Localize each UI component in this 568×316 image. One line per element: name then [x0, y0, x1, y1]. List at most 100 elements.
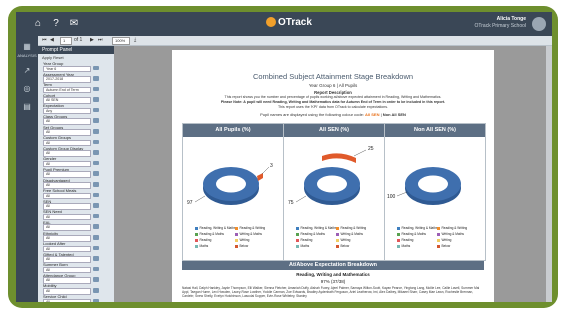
page-number: 1	[63, 38, 66, 43]
viewer-toolbar: ⏮ ◀ 1 of 1 ▶ ⏭ 100% ⤓	[38, 36, 552, 46]
filter-group: Disadvantaged All	[41, 178, 111, 189]
target-icon[interactable]: ◎	[21, 84, 33, 94]
filter-options-icon[interactable]	[93, 287, 99, 293]
filter-group: Looked After All	[41, 241, 111, 253]
page-number-input[interactable]: 1	[60, 37, 72, 45]
legend-swatch	[336, 244, 339, 248]
trend-icon[interactable]: ↗	[21, 66, 33, 76]
description-note: Please Note: A pupil will need Reading, …	[220, 100, 446, 104]
filter-options-icon[interactable]	[93, 107, 99, 113]
legend-item: Reading & Writing	[437, 226, 467, 230]
legend-swatch	[437, 238, 440, 242]
filter-options-icon[interactable]	[93, 224, 99, 229]
brand-logo[interactable]: OTrack	[266, 17, 312, 28]
filter-options-icon[interactable]	[93, 65, 99, 71]
filter-group: Custom Group Display All	[41, 146, 111, 157]
legend-label: Reading	[199, 238, 212, 242]
legend-item: Reading, Writing & Maths	[195, 226, 236, 230]
panel-all-pupils: All Pupils (%) 3 97 Reading, Writing & M…	[182, 123, 284, 261]
filter-group: SEN Need All	[41, 209, 111, 221]
legend-item: Writing & Maths	[437, 232, 464, 236]
prompt-panel: Prompt Panel Apply Reset Year Group Year …	[38, 46, 115, 302]
filter-options-icon[interactable]	[93, 129, 99, 134]
legend-label: Reading & Maths	[199, 232, 224, 236]
filter-options-icon[interactable]	[93, 139, 99, 145]
legend-label: Reading, Writing & Maths	[199, 226, 236, 230]
zoom-select[interactable]: 100%	[112, 37, 130, 45]
callout-label: 25	[368, 146, 374, 152]
prompt-panel-actions[interactable]: Apply Reset	[38, 54, 114, 61]
legend-item: Reading	[397, 238, 413, 242]
legend-swatch	[235, 232, 238, 236]
filter-group: Gender All	[41, 156, 111, 168]
panel-non-all-sen: Non All SEN (%) 100 Reading, Writing & M…	[384, 123, 486, 261]
filter-options-icon[interactable]	[93, 182, 99, 187]
filter-options-icon[interactable]	[93, 150, 99, 155]
help-icon[interactable]: ?	[50, 18, 62, 30]
legend-label: Maths	[401, 244, 411, 248]
legend-item: Writing	[437, 238, 451, 242]
prev-page-icon[interactable]: ◀	[50, 37, 54, 43]
legend-label: Writing & Maths	[441, 232, 464, 236]
callout-label: 100	[387, 194, 396, 200]
legend-swatch	[437, 244, 440, 248]
filter-options-icon[interactable]	[93, 245, 99, 251]
filter-group: EAL All	[41, 220, 111, 231]
chart-panels: All Pupils (%) 3 97 Reading, Writing & M…	[182, 123, 486, 261]
filter-group: Attendance Group All	[41, 273, 111, 284]
export-icon[interactable]: ⤓	[134, 37, 136, 43]
avatar[interactable]	[532, 17, 546, 31]
filter-options-icon[interactable]	[93, 171, 99, 177]
legend-label: Below	[441, 244, 451, 248]
filter-options-icon[interactable]	[93, 213, 99, 219]
legend-swatch	[195, 232, 198, 236]
breakdown-subject: Reading, Writing and Mathematics	[296, 272, 370, 277]
filter-group: Pupil Premium All	[41, 167, 111, 179]
filter-options-icon[interactable]	[93, 298, 99, 302]
filter-options-icon[interactable]	[93, 76, 99, 81]
first-page-icon[interactable]: ⏮	[42, 37, 47, 43]
legend-item: Reading & Maths	[397, 232, 426, 236]
donut-hole	[418, 175, 448, 193]
filter-options-icon[interactable]	[93, 235, 99, 240]
callout-line	[353, 149, 367, 157]
filter-options-icon[interactable]	[93, 160, 99, 166]
legend-item: Reading, Writing & Maths	[296, 226, 337, 230]
legend-swatch	[195, 226, 198, 230]
report-icon[interactable]: ▤	[21, 102, 33, 112]
home-icon[interactable]: ⌂	[32, 18, 44, 30]
next-page-icon[interactable]: ▶	[90, 37, 94, 43]
filter-options-icon[interactable]	[93, 97, 99, 102]
left-nav-label-analysis: ANALYSIS	[17, 53, 37, 58]
filter-group: Ethnicity All	[41, 231, 111, 242]
analysis-icon[interactable]: ▦	[21, 42, 33, 52]
mail-icon[interactable]: ✉	[68, 18, 80, 30]
filter-options-icon[interactable]	[93, 266, 99, 272]
colour-key-text: Pupil names are displayed using the foll…	[260, 112, 364, 117]
legend-swatch	[397, 232, 400, 236]
filter-select[interactable]: All	[43, 298, 91, 302]
legend-label: Reading, Writing & Maths	[401, 226, 438, 230]
user-info[interactable]: Alicia Tonge OTrack Primary School	[475, 16, 527, 30]
legend-label: Writing & Maths	[239, 232, 262, 236]
legend-item: Writing	[235, 238, 249, 242]
filter-options-icon[interactable]	[93, 192, 99, 198]
legend-swatch	[296, 244, 299, 248]
callout-label: 97	[187, 200, 193, 206]
last-page-icon[interactable]: ⏭	[98, 37, 103, 43]
callout-label: 3	[270, 163, 273, 169]
app-window: ⌂ ? ✉ OTrack Alicia Tonge OTrack Primary…	[16, 12, 552, 302]
filter-options-icon[interactable]	[93, 203, 99, 208]
filter-options-icon[interactable]	[93, 118, 99, 124]
legend-item: Below	[336, 244, 349, 248]
brand-name: OTrack	[278, 17, 312, 28]
legend-label: Reading	[300, 238, 313, 242]
filter-options-icon[interactable]	[93, 86, 99, 92]
filter-options-icon[interactable]	[93, 256, 99, 261]
filter-group: Assessment Year 2017-2018	[41, 72, 111, 83]
legend-label: Reading & Maths	[300, 232, 325, 236]
legend-label: Writing	[239, 238, 250, 242]
viewer-scrollbar[interactable]	[546, 46, 552, 302]
filter-options-icon[interactable]	[93, 277, 99, 282]
filter-group: Cohort All SEN	[41, 93, 111, 104]
